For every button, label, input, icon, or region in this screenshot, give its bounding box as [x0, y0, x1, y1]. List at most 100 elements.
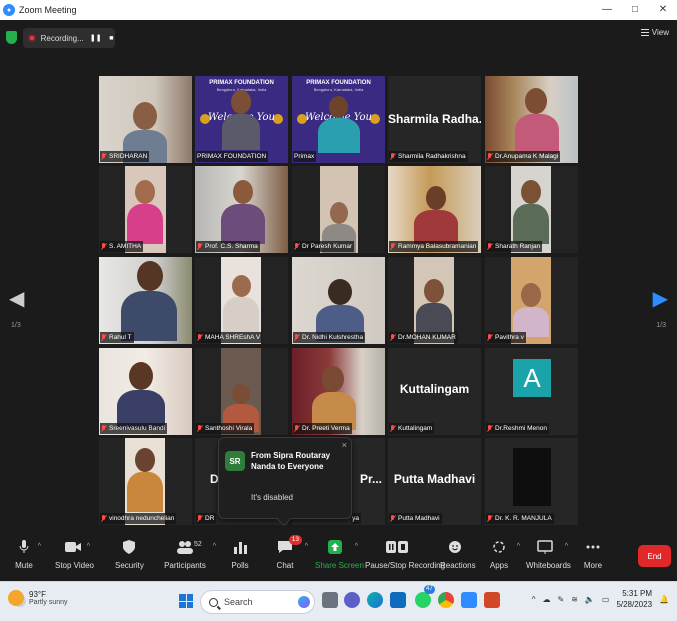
polls-button[interactable]: Polls — [226, 537, 254, 577]
notification-bell-icon[interactable]: 🔔 — [659, 595, 669, 604]
video-tile[interactable]: Rahul T — [99, 257, 192, 344]
video-tile[interactable]: Dr. Nidhi Kulshrestha — [292, 257, 385, 344]
participant-name: Dr.MOHAN KUMAR — [389, 332, 458, 343]
video-tile[interactable]: vinodhra nedunchelian — [99, 438, 192, 525]
participant-name: Putta Madhavi — [389, 513, 442, 524]
video-tile[interactable]: A Dr.Reshmi Menon — [485, 348, 578, 435]
participant-name: SRIDHARAN — [100, 151, 150, 162]
chevron-up-icon[interactable]: ^ — [517, 543, 520, 550]
close-button[interactable]: ✕ — [649, 0, 677, 20]
video-tile-active-speaker[interactable]: PRIMAX FOUNDATION Bengaluru, Karnataka, … — [195, 76, 288, 163]
participant-name: Dr.Anupama K Malagi — [486, 151, 561, 162]
muted-mic-icon — [487, 243, 493, 250]
zoom-window: ● Zoom Meeting — □ ✕ Recording... ❚❚ ■ V… — [0, 0, 677, 621]
video-tile[interactable]: Dr. K. R. MANJULA — [485, 438, 578, 525]
task-view-icon[interactable] — [322, 592, 338, 608]
clock[interactable]: 5:31 PM 5/28/2023 — [616, 588, 652, 610]
bing-icon[interactable] — [298, 596, 310, 608]
video-tile[interactable]: Putta Madhavi Putta Madhavi — [388, 438, 481, 525]
previous-page-arrow-icon[interactable]: ◀ — [9, 286, 24, 311]
muted-mic-icon — [294, 425, 300, 432]
people-icon: 52 ^ — [176, 539, 216, 555]
page-indicator-right: 1/3 — [656, 322, 666, 329]
reactions-button[interactable]: Reactions — [440, 537, 476, 577]
video-tile[interactable]: Pavithra v — [485, 257, 578, 344]
pause-stop-icon — [385, 539, 409, 555]
muted-mic-icon — [487, 515, 493, 522]
stop-recording-icon[interactable]: ■ — [108, 34, 115, 43]
chevron-up-icon[interactable]: ^ — [38, 543, 41, 550]
participant-name: ya — [351, 513, 361, 524]
participant-name: Sharath Ranjan — [486, 241, 543, 252]
battery-icon[interactable]: ▭ — [602, 595, 610, 604]
whiteboards-button[interactable]: ^ Whiteboards — [526, 537, 571, 577]
cloud-icon[interactable]: ☁ — [543, 595, 551, 604]
wifi-icon[interactable]: ≋ — [571, 595, 578, 604]
taskbar-search[interactable]: Search — [200, 590, 315, 614]
chrome-icon[interactable] — [438, 592, 454, 608]
view-button[interactable]: View — [640, 28, 669, 37]
chevron-up-icon[interactable]: ^ — [213, 543, 216, 550]
stop-video-button[interactable]: ^ Stop Video — [55, 537, 94, 577]
apps-button[interactable]: ^ Apps — [487, 537, 520, 577]
video-tile[interactable]: Sreenivasulu Bandi — [99, 348, 192, 435]
chat-button[interactable]: 13 ^ Chat — [271, 535, 308, 577]
whiteboard-icon: ^ — [536, 539, 568, 555]
muted-mic-icon — [101, 334, 107, 341]
video-tile[interactable]: Santhoshi Virala — [195, 348, 288, 435]
chevron-up-icon[interactable]: ^ — [532, 595, 536, 604]
video-tile[interactable]: SRIDHARAN — [99, 76, 192, 163]
video-tile[interactable]: Dr.Anupama K Malagi — [485, 76, 578, 163]
muted-mic-icon — [390, 334, 396, 341]
pause-recording-icon[interactable]: ❚❚ — [90, 34, 102, 43]
video-tile[interactable]: Sharmila Radha... Sharmila Radhakrishna — [388, 76, 481, 163]
participant-name: MAHA SHREshA V — [196, 332, 263, 343]
video-tile[interactable]: Rammya Balasubramanian — [388, 166, 481, 253]
chat-notification-popup[interactable]: × SR From Sipra Routaray Nanda to Everyo… — [218, 437, 352, 527]
mute-button[interactable]: ^ Mute — [10, 537, 41, 577]
security-shield-icon[interactable] — [6, 31, 17, 44]
minimize-button[interactable]: — — [593, 0, 621, 20]
maximize-button[interactable]: □ — [621, 0, 649, 20]
chevron-up-icon[interactable]: ^ — [305, 543, 308, 550]
video-tile[interactable]: Sharath Ranjan — [485, 166, 578, 253]
video-tile[interactable]: MAHA SHREshA V — [195, 257, 288, 344]
whatsapp-icon[interactable] — [415, 592, 431, 608]
windows-start-icon[interactable] — [179, 594, 193, 608]
chevron-up-icon[interactable]: ^ — [87, 543, 90, 550]
participants-button[interactable]: 52 ^ Participants — [164, 537, 216, 577]
next-page-arrow-icon[interactable]: ▶ — [653, 286, 668, 311]
weather-widget[interactable]: 93°F Partly sunny — [8, 590, 68, 606]
edge-browser-icon[interactable] — [367, 592, 383, 608]
volume-icon[interactable]: 🔈 — [585, 595, 595, 604]
video-tile[interactable]: Dr.MOHAN KUMAR — [388, 257, 481, 344]
more-button[interactable]: More — [580, 537, 606, 577]
chevron-up-icon[interactable]: ^ — [355, 543, 358, 550]
store-icon[interactable] — [390, 592, 406, 608]
video-tile[interactable]: Kuttalingam Kuttalingam — [388, 348, 481, 435]
participant-name: Sharmila Radhakrishna — [389, 151, 468, 162]
end-meeting-button[interactable]: End — [638, 545, 671, 567]
chat-sender: From Sipra Routaray Nanda to Everyone — [251, 451, 331, 471]
participant-name: Dr. Nidhi Kulshrestha — [293, 332, 366, 343]
zoom-logo-icon: ● — [3, 4, 15, 16]
participant-name: Dr Paresh Kumar — [293, 241, 355, 252]
security-button[interactable]: Security — [115, 537, 144, 577]
zoom-taskbar-icon[interactable] — [461, 592, 477, 608]
video-tile[interactable]: PRIMAX FOUNDATION Bengaluru, Karnataka, … — [292, 76, 385, 163]
pause-stop-recording-button[interactable]: Pause/Stop Recording — [365, 537, 445, 577]
shield-icon — [120, 539, 138, 555]
powerpoint-icon[interactable] — [484, 592, 500, 608]
teams-chat-icon[interactable] — [344, 592, 360, 608]
search-icon — [209, 597, 218, 607]
participant-name: Rahul T — [100, 332, 134, 343]
page-indicator-left: 1/3 — [11, 322, 21, 329]
chevron-up-icon[interactable]: ^ — [565, 543, 568, 550]
share-screen-button[interactable]: ^ Share Screen — [315, 537, 364, 577]
video-tile[interactable]: S. AMITHA — [99, 166, 192, 253]
pen-icon[interactable]: ✎ — [558, 595, 565, 604]
video-tile[interactable]: Dr. Preeti Verma — [292, 348, 385, 435]
video-tile[interactable]: Dr Paresh Kumar — [292, 166, 385, 253]
close-icon[interactable]: × — [342, 440, 347, 450]
video-tile[interactable]: Prof. C.S. Sharma — [195, 166, 288, 253]
